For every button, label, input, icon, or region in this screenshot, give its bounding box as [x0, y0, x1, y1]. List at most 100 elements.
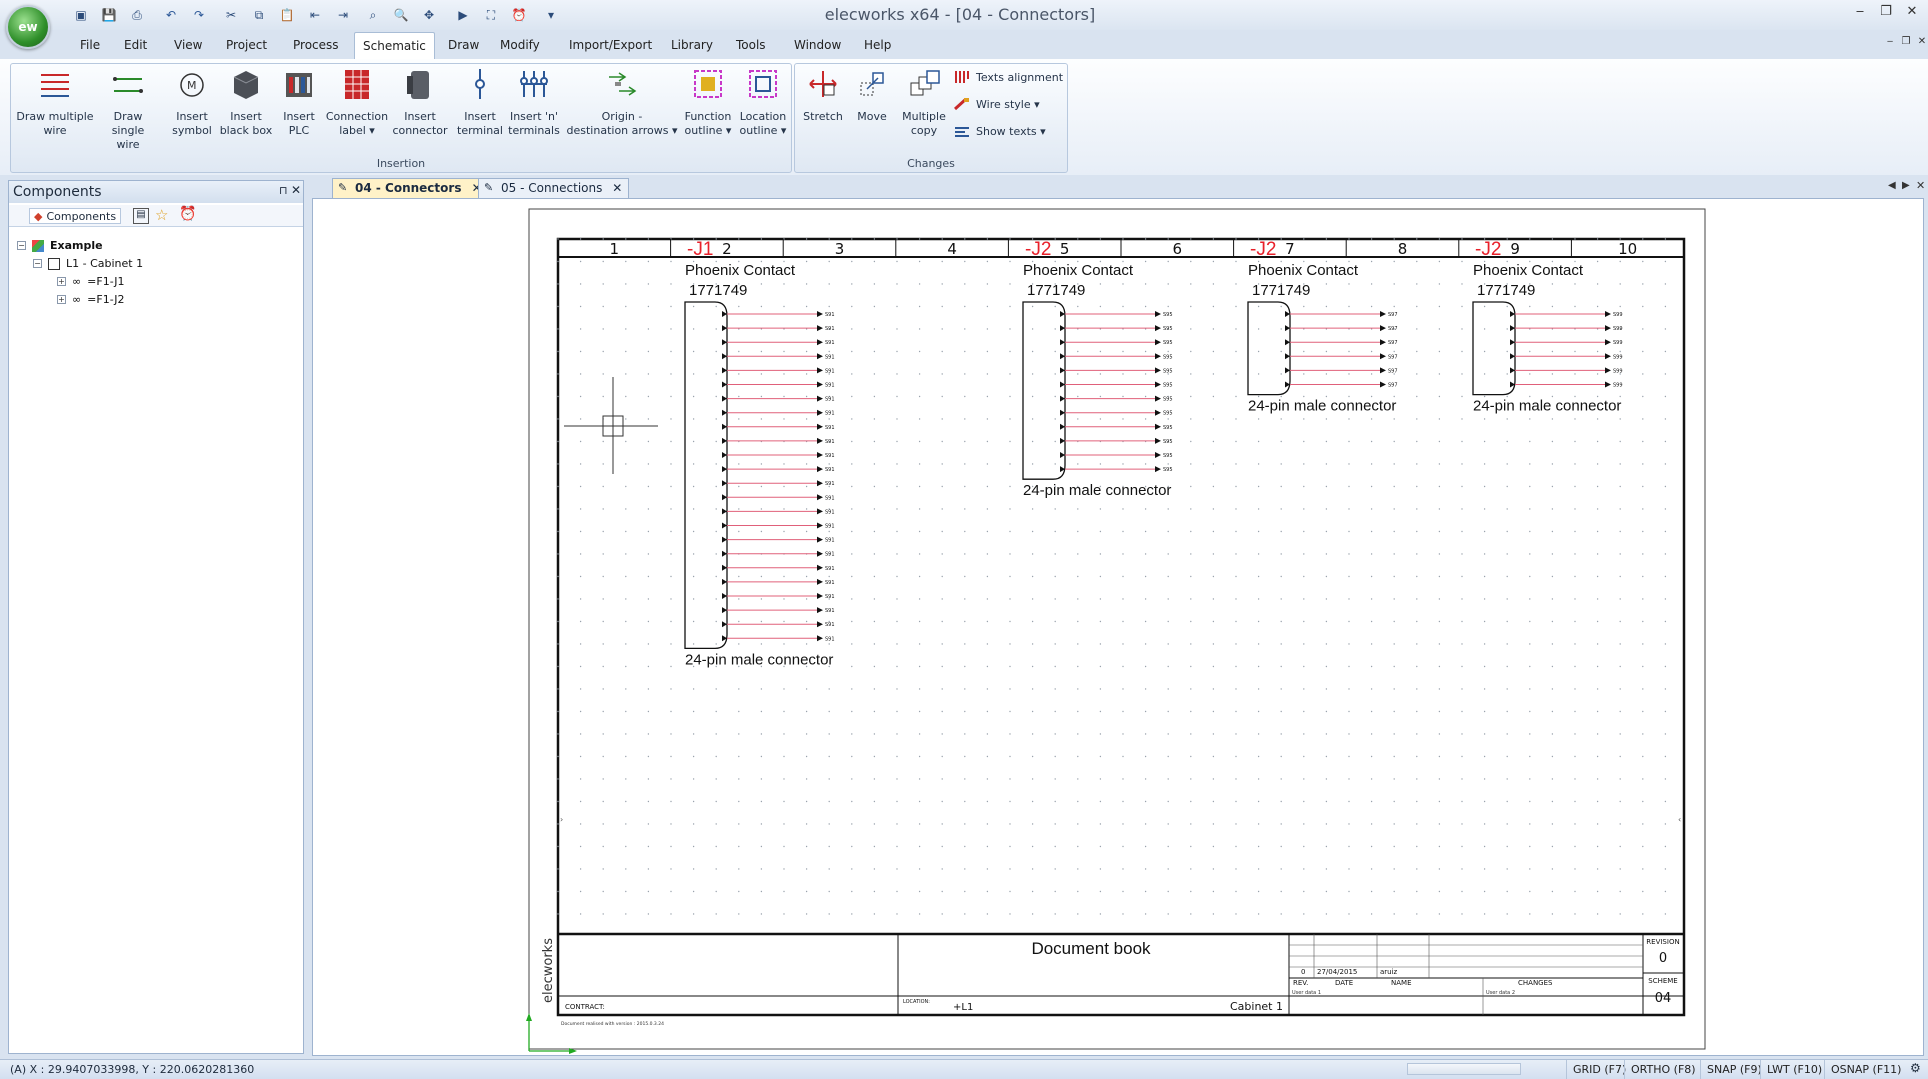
location-outline-button[interactable]: Location outline ▾: [736, 66, 790, 138]
grid-dot: [647, 350, 650, 353]
menu-library[interactable]: Library: [663, 32, 721, 59]
menu-process[interactable]: Process: [285, 32, 347, 59]
grid-dot: [1167, 283, 1169, 285]
export-icon[interactable]: ⇥: [334, 6, 352, 24]
move-button[interactable]: Move: [850, 66, 894, 124]
connection-label-button[interactable]: Connection label ▾: [322, 66, 392, 138]
menu-edit[interactable]: Edit: [116, 32, 155, 59]
toggle-grid[interactable]: GRID (F7): [1566, 1060, 1632, 1079]
save-icon[interactable]: 💾: [100, 6, 118, 24]
function-outline-button[interactable]: Function outline ▾: [680, 66, 736, 138]
pin-icon[interactable]: ⊓: [279, 184, 288, 197]
tab-close-all-icon[interactable]: ✕: [1916, 179, 1925, 192]
insert-terminal-button[interactable]: Insert terminal: [456, 66, 504, 138]
expand-icon[interactable]: +: [57, 295, 66, 304]
grid-dot: [1619, 845, 1621, 848]
grid-dot: [692, 845, 695, 848]
insert-plc-button[interactable]: Insert PLC: [276, 66, 322, 138]
draw-multiple-wire-button[interactable]: Draw multiple wire: [14, 66, 96, 138]
schematic-sheet[interactable]: 1 2 3 4 5 6 7 8 9 10 -J1Phoenix Contact177174924-…: [313, 199, 1925, 1057]
menu-view[interactable]: View: [166, 32, 210, 59]
tab-scroll-right-icon[interactable]: ▶: [1902, 180, 1910, 191]
list-view-icon[interactable]: ▤: [133, 208, 149, 224]
grid-dot: [1167, 508, 1169, 510]
restore-icon[interactable]: ❐: [1876, 4, 1896, 22]
tree-cabinet[interactable]: − L1 - Cabinet 1: [33, 257, 143, 270]
insert-n-terminals-button[interactable]: Insert 'n' terminals: [504, 66, 564, 138]
alarm-icon[interactable]: ⏰: [179, 206, 196, 222]
menu-help[interactable]: Help: [856, 32, 899, 59]
menu-draw[interactable]: Draw: [440, 32, 487, 59]
grid-dot: [738, 710, 740, 713]
grid-dot: [625, 260, 627, 263]
wire-style-button[interactable]: Wire style ▾: [954, 97, 1040, 111]
tab-scroll-left-icon[interactable]: ◀: [1888, 180, 1896, 191]
bell-icon[interactable]: ⏰: [510, 6, 528, 24]
menu-tools[interactable]: Tools: [728, 32, 774, 59]
app-logo-button[interactable]: ew: [6, 5, 50, 49]
close-icon[interactable]: ✕: [1902, 4, 1922, 22]
multiple-copy-button[interactable]: Multiple copy: [898, 66, 950, 138]
expand-icon[interactable]: +: [57, 277, 66, 286]
insert-symbol-button[interactable]: M Insert symbol: [168, 66, 216, 138]
draw-single-wire-button[interactable]: Draw single wire: [96, 66, 160, 152]
grid-dot: [1664, 283, 1667, 285]
toggle-lwt[interactable]: LWT (F10): [1760, 1060, 1828, 1079]
drawing-canvas[interactable]: 1 2 3 4 5 6 7 8 9 10 -J1 Phoenix Contact 1771749 24-…: [312, 198, 1924, 1056]
button-label-line2: symbol: [172, 124, 212, 137]
tab-close-icon[interactable]: ✕: [612, 181, 622, 195]
tab-05-connections[interactable]: ✎ 05 - Connections ✕: [478, 178, 630, 198]
collapse-icon[interactable]: −: [33, 259, 42, 268]
redo-icon[interactable]: ↷: [190, 6, 208, 24]
menu-project[interactable]: Project: [218, 32, 275, 59]
paste-icon[interactable]: 📋: [278, 6, 296, 24]
favorite-icon[interactable]: ☆: [155, 206, 168, 224]
grid-dot: [670, 530, 672, 533]
binoculars-icon[interactable]: ⛶: [482, 6, 500, 24]
status-settings-icon[interactable]: ⚙: [1910, 1061, 1921, 1075]
connector-reference: 1771749: [1477, 282, 1535, 299]
insert-connector-button[interactable]: Insert connector: [392, 66, 448, 138]
grid-dot: [941, 823, 943, 825]
toggle-osnap[interactable]: OSNAP (F11): [1824, 1060, 1907, 1079]
show-texts-button[interactable]: Show texts ▾: [954, 124, 1046, 138]
import-icon[interactable]: ⇤: [306, 6, 324, 24]
print-icon[interactable]: ⎙: [128, 6, 146, 24]
collapse-icon[interactable]: −: [17, 241, 26, 250]
zoom-icon[interactable]: 🔍: [392, 6, 410, 24]
menu-file[interactable]: File: [72, 32, 108, 59]
stretch-button[interactable]: Stretch: [800, 66, 846, 124]
toggle-snap[interactable]: SNAP (F9): [1700, 1060, 1768, 1079]
tree-root[interactable]: − Example: [17, 239, 103, 252]
grid-dot: [760, 283, 763, 285]
minimize-icon[interactable]: ‒: [1850, 4, 1870, 22]
menu-import-export[interactable]: Import/Export: [561, 32, 660, 59]
menu-window[interactable]: Window: [786, 32, 849, 59]
texts-alignment-button[interactable]: Texts alignment: [954, 70, 1063, 84]
menu-modify[interactable]: Modify: [492, 32, 548, 59]
new-icon[interactable]: ▣: [72, 6, 90, 24]
copy-icon[interactable]: ⧉: [250, 6, 268, 24]
grid-dot: [1325, 440, 1328, 443]
grid-dot: [1483, 373, 1486, 375]
origin-destination-arrows-button[interactable]: Origin - destination arrows ▾: [566, 66, 678, 138]
tab-04-connectors[interactable]: ✎ 04 - Connectors ✕: [332, 178, 489, 198]
dropdown-icon[interactable]: ▾: [542, 6, 560, 24]
insert-black-box-button[interactable]: Insert black box: [218, 66, 274, 138]
column-number: 4: [947, 240, 957, 258]
zoom-window-icon[interactable]: ⌕: [364, 6, 382, 24]
components-tab[interactable]: ◆ Components: [29, 208, 122, 224]
panel-close-icon[interactable]: ✕: [291, 183, 301, 197]
cut-icon[interactable]: ✂: [222, 6, 240, 24]
pan-icon[interactable]: ✥: [420, 6, 438, 24]
grid-dot: [828, 238, 830, 240]
tree-item[interactable]: + ∞ =F1-J2: [57, 293, 125, 306]
doc-close-icon[interactable]: ✕: [1912, 36, 1928, 54]
run-icon[interactable]: ▶: [454, 6, 472, 24]
grid-dot: [1144, 845, 1147, 848]
undo-icon[interactable]: ↶: [162, 6, 180, 24]
menu-schematic[interactable]: Schematic: [354, 32, 435, 59]
grid-dot: [851, 575, 853, 578]
toggle-ortho[interactable]: ORTHO (F8): [1624, 1060, 1702, 1079]
tree-item[interactable]: + ∞ =F1-J1: [57, 275, 125, 288]
